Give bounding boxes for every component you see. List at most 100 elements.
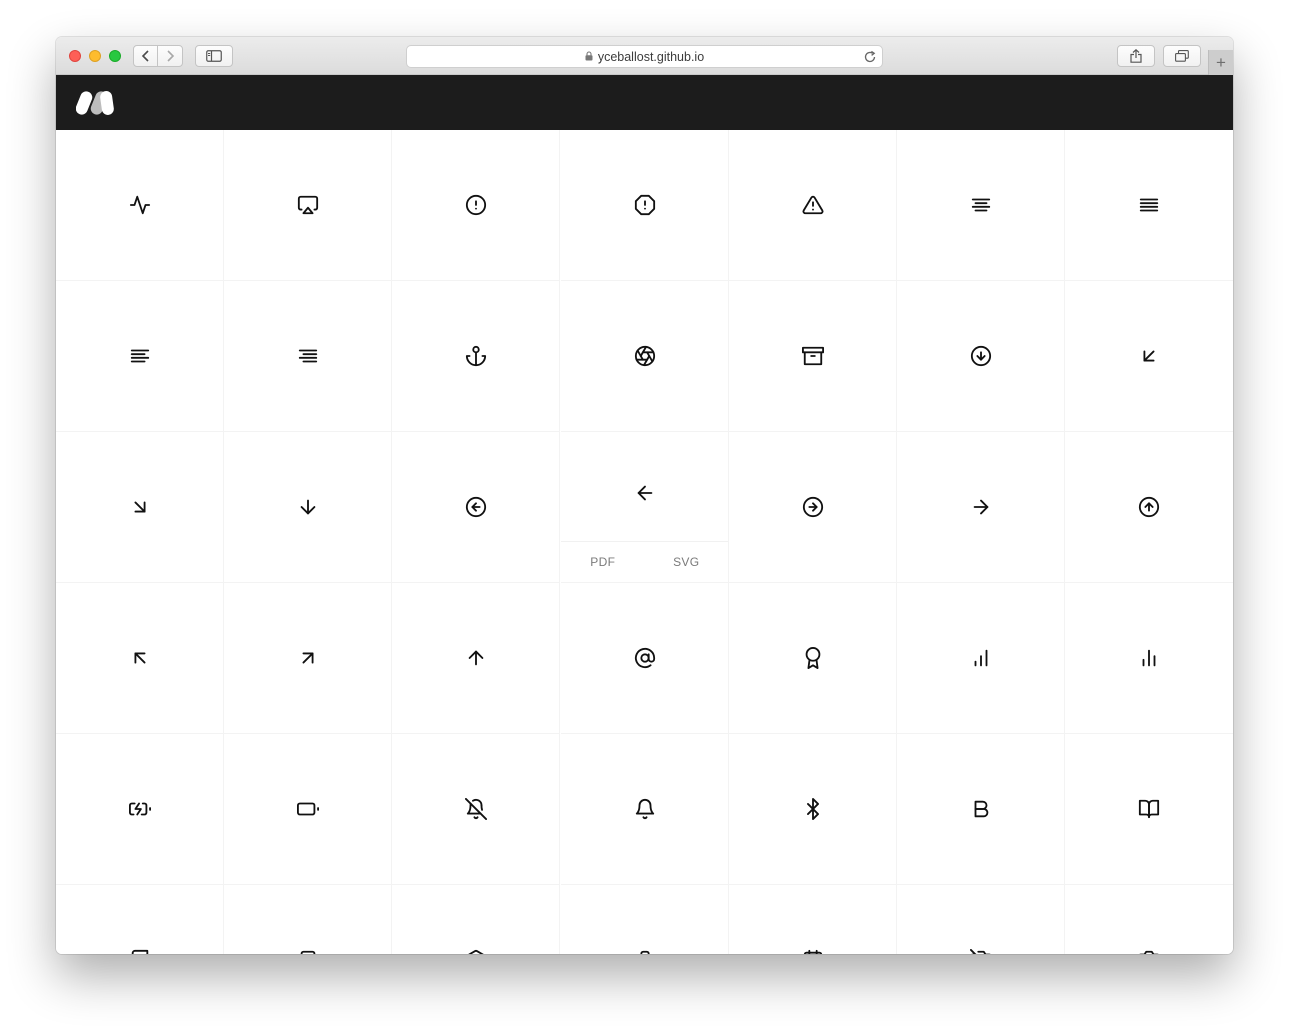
minimize-window-button[interactable] <box>89 50 101 62</box>
back-button[interactable] <box>133 45 158 67</box>
icon-cell-anchor[interactable] <box>392 281 560 432</box>
arrow-down-left-icon <box>1138 345 1160 367</box>
book-icon <box>129 949 151 954</box>
camera-icon <box>1138 949 1160 954</box>
address-bar[interactable]: yceballost.github.io <box>406 45 883 68</box>
icon-cell-battery[interactable] <box>224 734 392 885</box>
icon-cell-arrow-left-circle[interactable] <box>392 432 560 583</box>
icon-cell-arrow-right-circle[interactable] <box>729 432 897 583</box>
award-icon <box>802 647 824 669</box>
bluetooth-icon <box>802 798 824 820</box>
icon-cell-alert-triangle[interactable] <box>729 130 897 281</box>
icon-cell-activity[interactable] <box>56 130 224 281</box>
icon-cell-bar-chart[interactable] <box>897 583 1065 734</box>
arrow-up-right-icon <box>297 647 319 669</box>
arrow-down-circle-icon <box>970 345 992 367</box>
icon-cell-aperture[interactable] <box>561 281 729 432</box>
icon-cell-arrow-down-left[interactable] <box>1065 281 1233 432</box>
icon-cell-arrow-up-circle[interactable] <box>1065 432 1233 583</box>
anchor-icon <box>465 345 487 367</box>
arrow-left-circle-icon <box>465 496 487 518</box>
icon-cell-arrow-up-left[interactable] <box>56 583 224 734</box>
icon-cell-bell-off[interactable] <box>392 734 560 885</box>
icon-cell-align-justify[interactable] <box>1065 130 1233 281</box>
lock-icon <box>585 50 593 64</box>
back-icon <box>141 50 151 62</box>
arrow-left-icon <box>634 482 656 504</box>
browser-titlebar: yceballost.github.io + <box>56 37 1233 75</box>
icon-cell-battery-charging[interactable] <box>56 734 224 885</box>
book-open-icon <box>1138 798 1160 820</box>
close-window-button[interactable] <box>69 50 81 62</box>
bar-chart-2-icon <box>1138 647 1160 669</box>
aperture-icon <box>634 345 656 367</box>
icon-cell-archive[interactable] <box>729 281 897 432</box>
icon-cell-book[interactable] <box>56 885 224 954</box>
download-pdf-link[interactable]: PDF <box>561 542 645 582</box>
sidebar-button[interactable] <box>195 45 233 67</box>
icon-cell-box[interactable] <box>392 885 560 954</box>
address-url: yceballost.github.io <box>597 49 705 64</box>
download-links: PDF SVG <box>561 541 728 582</box>
arrow-up-circle-icon <box>1138 496 1160 518</box>
show-tabs-button[interactable] <box>1163 45 1201 67</box>
icon-cell-alert-circle[interactable] <box>392 130 560 281</box>
icon-cell-bold[interactable] <box>897 734 1065 885</box>
alert-circle-icon <box>465 194 487 216</box>
archive-icon <box>802 345 824 367</box>
icon-cell-arrow-down-circle[interactable] <box>897 281 1065 432</box>
site-header <box>56 75 1233 130</box>
download-svg-link[interactable]: SVG <box>645 542 729 582</box>
calendar-icon <box>802 949 824 954</box>
icon-cell-bar-chart-2[interactable] <box>1065 583 1233 734</box>
align-right-icon <box>297 345 319 367</box>
align-center-icon <box>970 194 992 216</box>
icon-cell-alert-octagon[interactable] <box>561 130 729 281</box>
icon-cell-align-center[interactable] <box>897 130 1065 281</box>
icon-cell-briefcase[interactable] <box>561 885 729 954</box>
icon-cell-arrow-up-right[interactable] <box>224 583 392 734</box>
arrow-down-right-icon <box>129 496 151 518</box>
align-justify-icon <box>1138 194 1160 216</box>
browser-window: yceballost.github.io + PDF SVG <box>56 37 1233 954</box>
align-left-icon <box>129 345 151 367</box>
arrow-up-icon <box>465 647 487 669</box>
briefcase-icon <box>634 949 656 954</box>
icon-cell-align-right[interactable] <box>224 281 392 432</box>
zoom-window-button[interactable] <box>109 50 121 62</box>
icon-cell-camera-off[interactable] <box>897 885 1065 954</box>
arrow-right-icon <box>970 496 992 518</box>
bold-icon <box>970 798 992 820</box>
icon-cell-award[interactable] <box>729 583 897 734</box>
icon-cell-bell[interactable] <box>561 734 729 885</box>
bar-chart-icon <box>970 647 992 669</box>
icon-cell-arrow-right[interactable] <box>897 432 1065 583</box>
logo-icon[interactable] <box>75 89 116 120</box>
sidebar-icon <box>206 50 222 62</box>
battery-icon <box>297 798 319 820</box>
icon-cell-align-left[interactable] <box>56 281 224 432</box>
reload-icon[interactable] <box>863 50 877 67</box>
icon-cell-calendar[interactable] <box>729 885 897 954</box>
bell-off-icon <box>465 798 487 820</box>
icon-cell-camera[interactable] <box>1065 885 1233 954</box>
airplay-icon <box>297 194 319 216</box>
share-button[interactable] <box>1117 45 1155 67</box>
arrow-up-left-icon <box>129 647 151 669</box>
icon-cell-book-open[interactable] <box>1065 734 1233 885</box>
icon-cell-airplay[interactable] <box>224 130 392 281</box>
activity-icon <box>129 194 151 216</box>
forward-button[interactable] <box>157 45 183 67</box>
icon-cell-arrow-up[interactable] <box>392 583 560 734</box>
icon-cell-bluetooth[interactable] <box>729 734 897 885</box>
new-tab-button[interactable]: + <box>1208 50 1233 75</box>
forward-icon <box>165 50 175 62</box>
bookmark-icon <box>297 949 319 954</box>
icon-cell-at-sign[interactable] <box>561 583 729 734</box>
icon-cell-arrow-down[interactable] <box>224 432 392 583</box>
tabs-icon <box>1175 50 1189 62</box>
icon-cell-arrow-down-right[interactable] <box>56 432 224 583</box>
arrow-down-icon <box>297 496 319 518</box>
icon-cell-bookmark[interactable] <box>224 885 392 954</box>
icon-cell-arrow-left[interactable]: PDF SVG <box>561 432 729 583</box>
